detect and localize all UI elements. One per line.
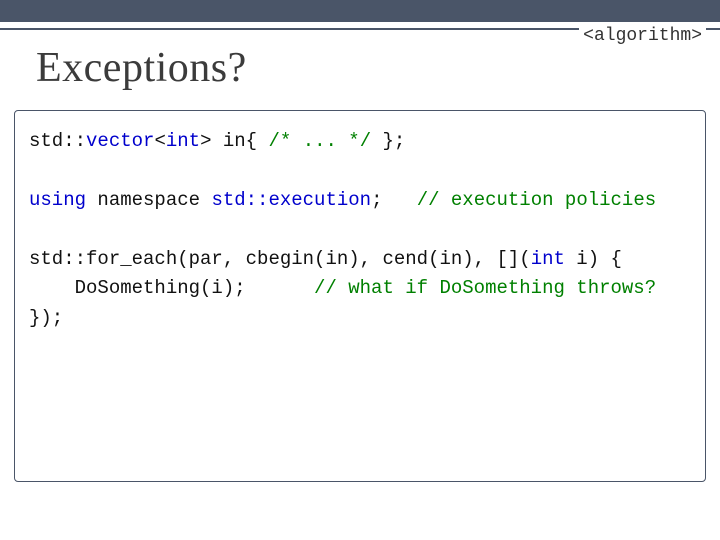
code-comment: // what if DoSomething throws?	[314, 277, 656, 299]
code-keyword: using	[29, 189, 86, 211]
code-text: i) {	[565, 248, 622, 270]
code-text: ;	[371, 189, 417, 211]
code-text: <	[154, 130, 165, 152]
code-keyword: std::execution	[211, 189, 371, 211]
code-keyword: vector	[86, 130, 154, 152]
code-comment: /* ... */	[268, 130, 371, 152]
code-text: });	[29, 307, 63, 329]
slide: <algorithm> Exceptions? std::vector<int>…	[0, 0, 720, 540]
page-title: Exceptions?	[36, 44, 684, 92]
code-text: std::for_each(par, cbegin(in), cend(in),…	[29, 248, 531, 270]
code-text: > in{	[200, 130, 268, 152]
code-box: std::vector<int> in{ /* ... */ }; using …	[14, 110, 706, 482]
top-bar	[0, 0, 720, 22]
code-keyword: int	[531, 248, 565, 270]
code-text: DoSomething(i);	[29, 277, 314, 299]
code-comment: // execution policies	[417, 189, 656, 211]
header-tag: <algorithm>	[579, 26, 706, 46]
code-keyword: int	[166, 130, 200, 152]
code-text: };	[371, 130, 405, 152]
code-text: namespace	[86, 189, 211, 211]
code-text: std::	[29, 130, 86, 152]
header: <algorithm> Exceptions?	[0, 44, 720, 92]
code-block: std::vector<int> in{ /* ... */ }; using …	[29, 127, 691, 333]
